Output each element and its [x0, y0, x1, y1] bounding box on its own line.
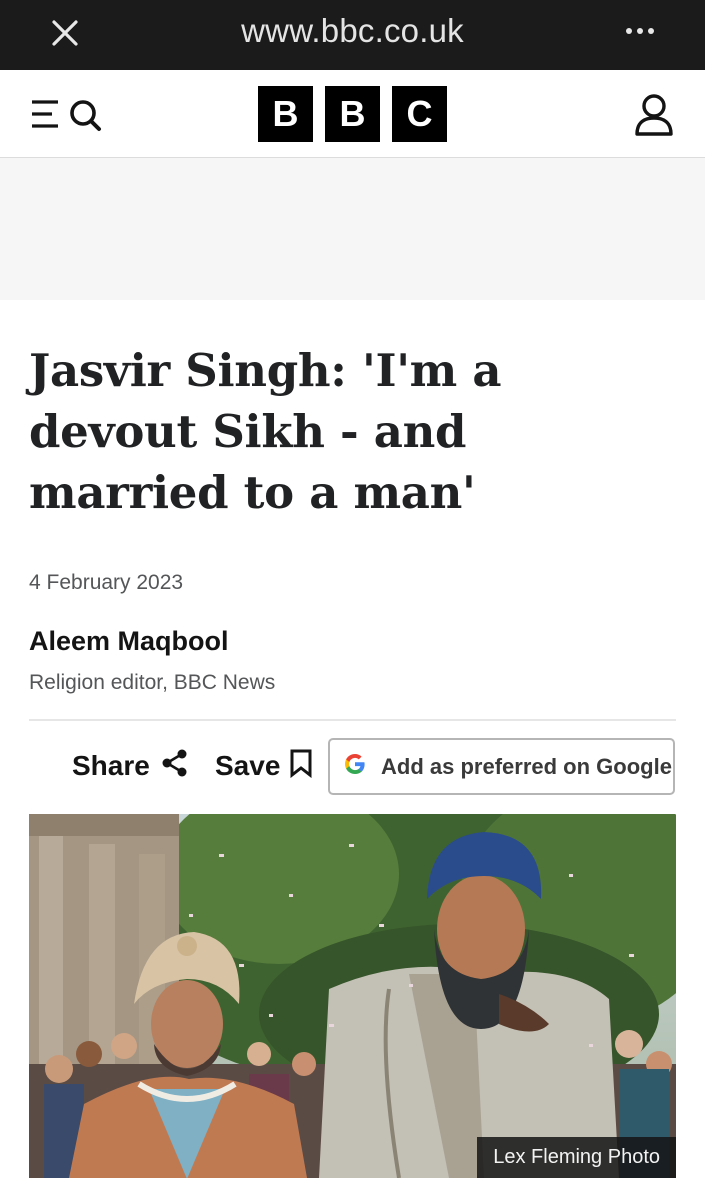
menu-search-icon[interactable] — [28, 94, 108, 134]
browser-bar: www.bbc.co.uk — [0, 0, 705, 70]
save-label: Save — [215, 750, 281, 781]
logo-letter: B — [258, 86, 313, 142]
google-label: Add as preferred on Google — [381, 753, 672, 779]
author-name[interactable]: Aleem Maqbool — [29, 626, 229, 657]
save-button[interactable]: Save — [215, 742, 314, 790]
more-horizontal-icon[interactable] — [618, 16, 662, 46]
account-icon[interactable] — [628, 92, 680, 138]
site-header: B B C — [0, 70, 705, 158]
article-headline: Jasvir Singh: 'I'm a devout Sikh - and m… — [29, 344, 502, 519]
ad-placeholder — [0, 158, 705, 300]
bookmark-icon — [288, 748, 314, 785]
logo-letter: B — [325, 86, 380, 142]
share-icon — [160, 748, 190, 785]
google-icon — [343, 752, 367, 782]
share-label: Share — [72, 750, 150, 781]
divider — [29, 719, 676, 721]
photo-credit: Lex Fleming Photo — [477, 1137, 676, 1178]
bbc-logo[interactable]: B B C — [258, 86, 447, 142]
url-display[interactable]: www.bbc.co.uk — [0, 12, 705, 50]
add-preferred-google-button[interactable]: Add as preferred on Google — [328, 738, 675, 795]
wedding-photo — [29, 814, 676, 1178]
share-button[interactable]: Share — [72, 742, 190, 790]
author-role: Religion editor, BBC News — [29, 671, 276, 694]
logo-letter: C — [392, 86, 447, 142]
article-date: 4 February 2023 — [29, 571, 184, 594]
article-hero-image[interactable]: Lex Fleming Photo — [29, 814, 676, 1178]
